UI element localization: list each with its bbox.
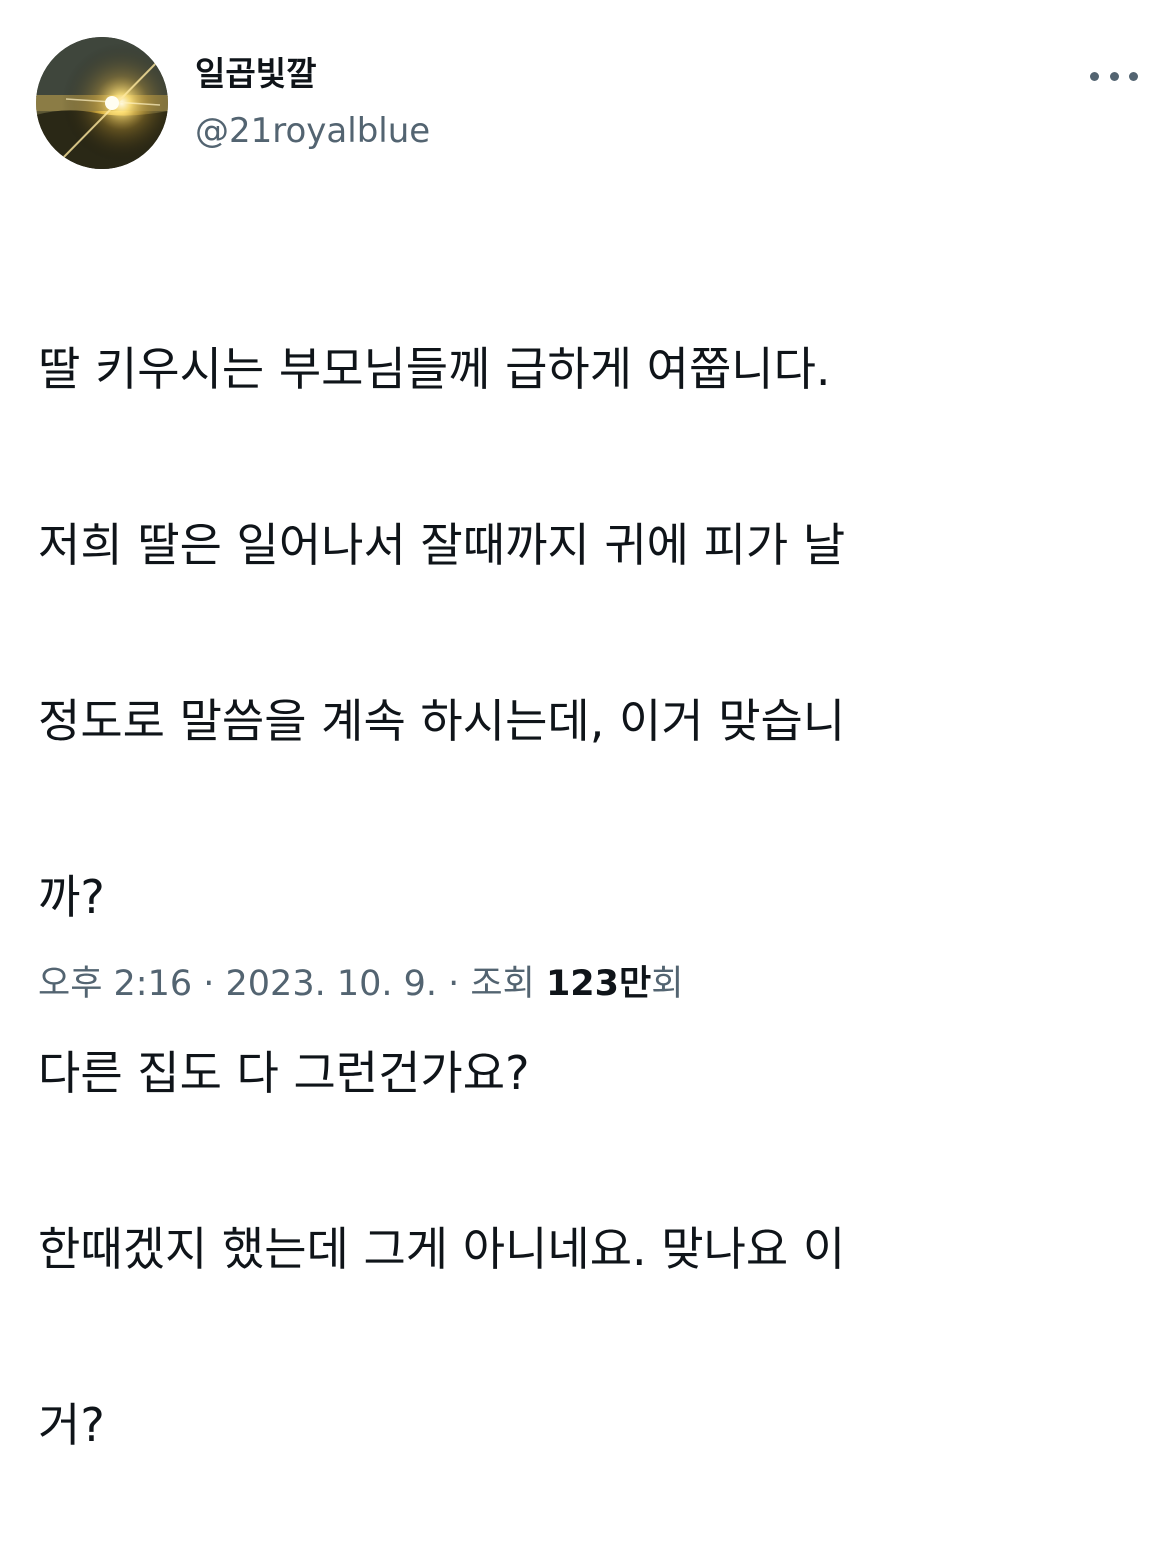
tweet-line: 정도로 말씀을 계속 하시는데, 이거 맞습니: [38, 694, 846, 748]
separator: ·: [192, 964, 226, 1004]
tweet-line: 딸 키우시는 부모님들께 급하게 여쭙니다.: [38, 342, 831, 396]
tweet-line: 거?: [38, 1398, 105, 1452]
tweet-date[interactable]: 2023. 10. 9.: [226, 964, 438, 1004]
tweet-line: 저희 딸은 일어나서 잘때까지 귀에 피가 날: [38, 518, 846, 572]
tweet-line: 한때겠지 했는데 그게 아니네요. 맞나요 이: [38, 1222, 846, 1276]
dot: [1090, 71, 1099, 81]
tweet-line: 까?: [38, 870, 105, 924]
dot: [1129, 71, 1138, 81]
views-count: 123만: [545, 964, 652, 1004]
avatar[interactable]: [36, 37, 168, 169]
tweet-card: 일곱빛깔 @21royalblue 딸 키우시는 부모님들께 급하게 여쭙니다.…: [0, 0, 1154, 1452]
display-name[interactable]: 일곱빛깔: [195, 54, 316, 94]
separator: ·: [437, 964, 471, 1004]
handle[interactable]: @21royalblue: [195, 110, 430, 152]
tweet-text: 딸 키우시는 부모님들께 급하게 여쭙니다. 저희 딸은 일어나서 잘때까지 귀…: [38, 237, 1118, 1557]
tweet-time[interactable]: 오후 2:16: [38, 964, 192, 1004]
more-horizontal-icon[interactable]: [1090, 62, 1138, 90]
views-label: 조회: [470, 964, 546, 1004]
tweet-line: 다른 집도 다 그런건가요?: [38, 1046, 530, 1100]
sunrise-landscape-avatar: [36, 37, 168, 169]
views-suffix: 회: [651, 964, 684, 1004]
dot: [1109, 71, 1119, 81]
tweet-meta: 오후 2:16 · 2023. 10. 9. · 조회 123만회: [38, 958, 683, 1010]
